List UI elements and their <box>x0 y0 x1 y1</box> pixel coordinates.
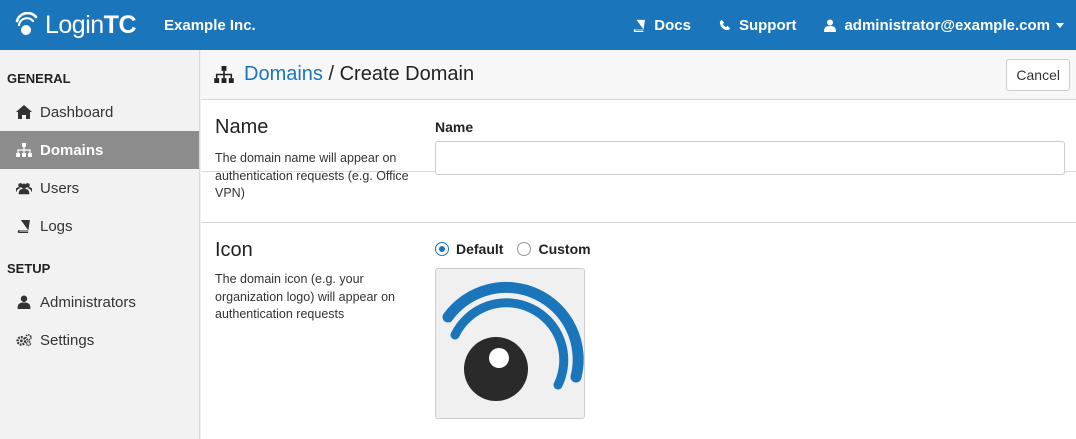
icon-section-title: Icon <box>215 239 253 261</box>
organization-name: Example Inc. <box>164 16 256 34</box>
icon-type-radio-group: Default Custom <box>435 241 605 257</box>
brand-name: LoginTC <box>45 10 137 39</box>
breadcrumb-separator: / <box>322 63 340 85</box>
breadcrumb-domains-link[interactable]: Domains <box>244 63 323 85</box>
sitemap-icon <box>16 143 32 157</box>
name-section-title: Name <box>215 116 269 138</box>
gears-icon <box>16 333 32 347</box>
support-link[interactable]: Support <box>705 0 811 50</box>
icon-option-custom[interactable]: Custom <box>517 241 591 257</box>
radio-custom[interactable] <box>517 242 532 256</box>
book-icon <box>17 220 30 233</box>
radio-label-custom: Custom <box>538 241 591 257</box>
sidebar-item-label: Logs <box>40 217 73 235</box>
page-header: Domains / Create Domain Cancel <box>201 50 1076 100</box>
sidebar-item-label: Users <box>40 179 80 197</box>
book-icon <box>633 19 646 32</box>
brand-logo[interactable]: LoginTC <box>0 0 160 50</box>
home-icon <box>16 105 32 119</box>
name-field-label: Name <box>435 119 474 135</box>
user-email: administrator@example.com <box>844 16 1050 34</box>
user-icon <box>824 19 837 32</box>
sidebar-section-setup: SETUP <box>7 261 51 276</box>
logintc-logo-icon <box>15 12 38 35</box>
docs-label: Docs <box>654 16 691 34</box>
name-section-description: The domain name will appear on authentic… <box>215 151 409 200</box>
sidebar-item-domains[interactable]: Domains <box>0 131 199 169</box>
cancel-button[interactable]: Cancel <box>1006 58 1070 91</box>
breadcrumb: Domains / Create Domain <box>244 63 474 86</box>
main-content: Domains / Create Domain Cancel <box>201 50 1076 439</box>
sidebar-item-settings[interactable]: Settings <box>0 321 199 359</box>
sidebar-item-label: Settings <box>40 331 95 349</box>
domain-name-input[interactable] <box>435 141 1065 175</box>
radio-default[interactable] <box>435 242 449 256</box>
user-menu[interactable]: administrator@example.com <box>810 0 1076 50</box>
support-label: Support <box>738 16 797 34</box>
sidebar-item-administrators[interactable]: Administrators <box>0 283 199 321</box>
top-navbar: LoginTC Example Inc. Docs Support admini… <box>0 0 1076 50</box>
icon-option-default[interactable]: Default <box>435 241 503 257</box>
sidebar-item-logs[interactable]: Logs <box>0 207 199 245</box>
logintc-default-icon <box>442 281 584 401</box>
sitemap-icon <box>214 66 234 83</box>
section-divider <box>201 222 1076 223</box>
sidebar-item-dashboard[interactable]: Dashboard <box>0 93 199 131</box>
default-icon-preview <box>435 268 585 419</box>
sidebar-section-general: GENERAL <box>7 71 71 86</box>
sidebar-item-label: Domains <box>40 141 104 159</box>
docs-link[interactable]: Docs <box>619 0 705 50</box>
sidebar-item-label: Administrators <box>40 293 136 311</box>
page-title: Create Domain <box>339 63 475 85</box>
sidebar: GENERAL Dashboard Domains Users Logs SET… <box>0 50 200 439</box>
caret-down-icon <box>1056 22 1064 28</box>
radio-label-default: Default <box>456 241 504 257</box>
users-icon <box>16 183 32 195</box>
icon-section-description: The domain icon (e.g. your organization … <box>215 272 395 321</box>
user-icon <box>17 295 31 309</box>
phone-icon <box>719 19 731 31</box>
sidebar-item-label: Dashboard <box>40 103 114 121</box>
sidebar-item-users[interactable]: Users <box>0 169 199 207</box>
